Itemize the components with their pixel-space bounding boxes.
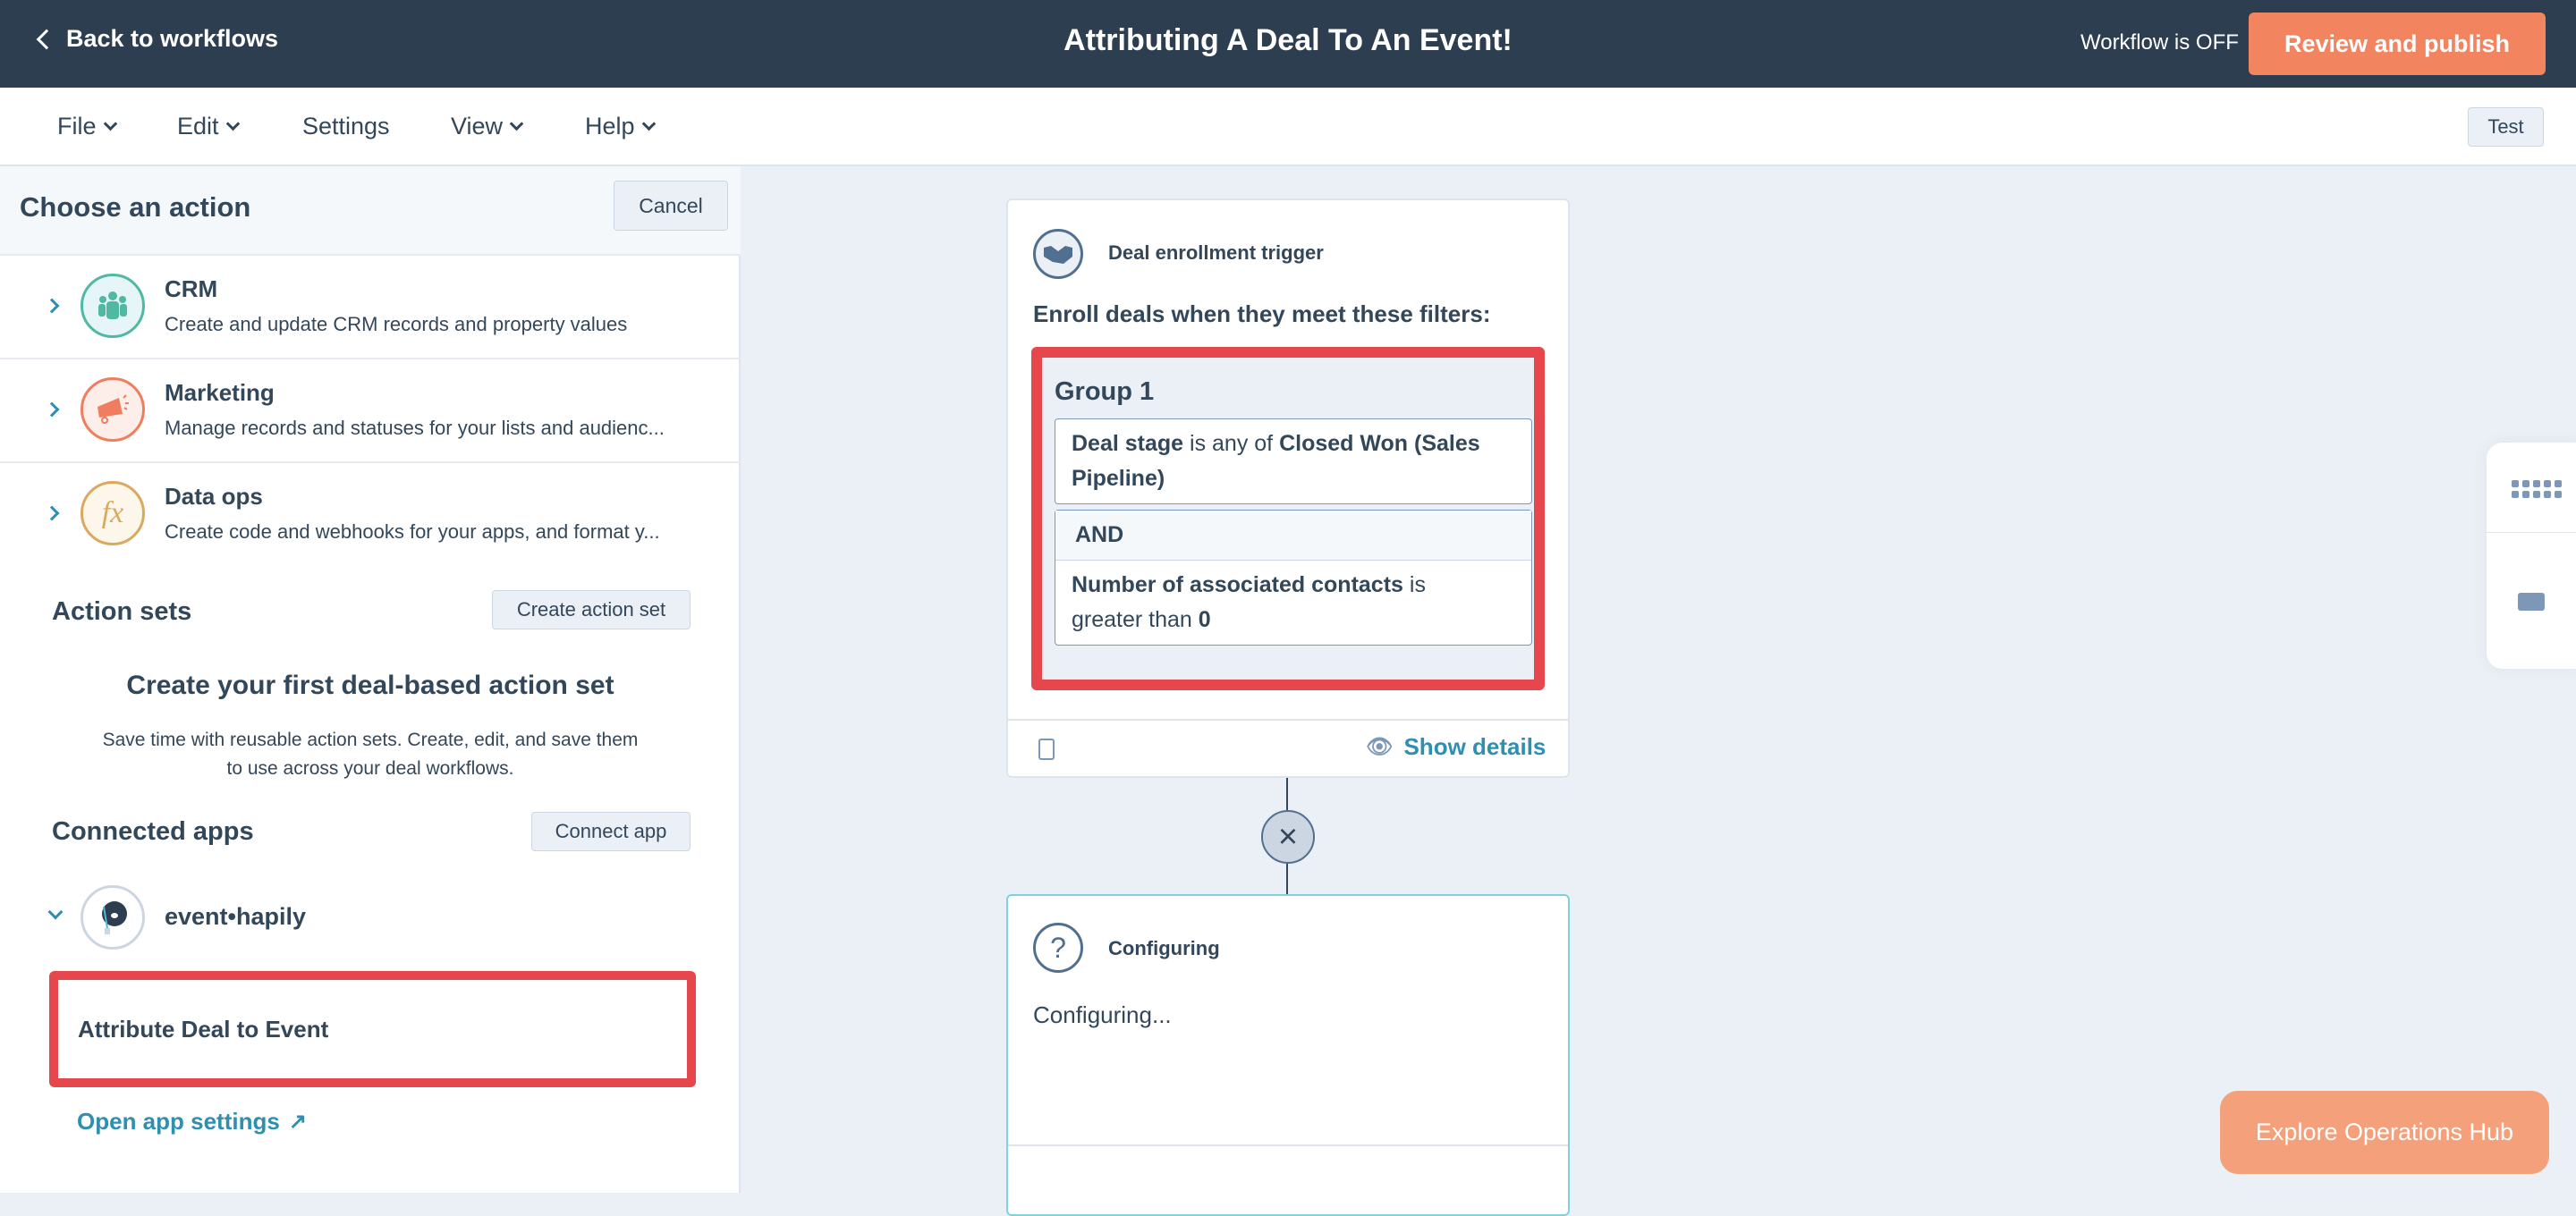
- action-sets-heading: Action sets: [52, 597, 192, 626]
- filter-operator: greater than: [1072, 607, 1192, 632]
- connected-apps-heading: Connected apps: [52, 817, 254, 846]
- group-title: Group 1: [1055, 377, 1155, 406]
- menu-label: Settings: [302, 113, 390, 139]
- category-name: CRM: [165, 275, 218, 302]
- fx-icon: fx: [80, 481, 145, 545]
- category-desc: Manage records and statuses for your lis…: [165, 417, 665, 439]
- filter-operator: is any of: [1190, 431, 1274, 456]
- chevron-right-icon: [44, 298, 60, 314]
- right-rail: [2487, 443, 2576, 669]
- test-button[interactable]: Test: [2468, 107, 2544, 147]
- cancel-button[interactable]: Cancel: [614, 181, 728, 231]
- external-link-icon: ↗: [288, 1110, 307, 1134]
- connect-app-button[interactable]: Connect app: [531, 812, 691, 851]
- choose-action-panel: Choose an action Cancel CRM Create and u…: [0, 166, 741, 1193]
- action-label: Attribute Deal to Event: [78, 1016, 329, 1043]
- empty-state-desc: to use across your deal workflows.: [226, 758, 514, 779]
- config-title: Configuring: [1108, 937, 1220, 959]
- create-action-set-button[interactable]: Create action set: [492, 590, 691, 629]
- link-label: Open app settings: [77, 1108, 280, 1135]
- config-body: Configuring...: [1033, 1001, 1172, 1028]
- clipboard-icon[interactable]: [1038, 739, 1055, 760]
- chevron-down-icon: [103, 116, 117, 131]
- chevron-down-icon: [641, 116, 656, 131]
- trigger-subtitle: Enroll deals when they meet these filter…: [1033, 300, 1491, 327]
- people-icon: [80, 274, 145, 338]
- menu-label: File: [57, 113, 97, 139]
- app-name: event•hapily: [165, 903, 307, 930]
- close-icon: ×: [1277, 817, 1299, 856]
- divider: [2487, 532, 2576, 533]
- category-name: Data ops: [165, 483, 263, 510]
- chevron-down-icon: [225, 116, 240, 131]
- chevron-down-icon: [47, 904, 64, 920]
- menu-help[interactable]: Help: [585, 113, 656, 140]
- chevron-right-icon: [44, 505, 60, 521]
- menu-edit[interactable]: Edit: [177, 113, 240, 140]
- filter-operator: is: [1409, 572, 1426, 597]
- top-bar: Back to workflows Attributing A Deal To …: [0, 0, 2576, 88]
- connected-app-event-hapily[interactable]: event•hapily: [45, 882, 402, 953]
- category-desc: Create and update CRM records and proper…: [165, 313, 628, 335]
- filter-property: Number of associated contacts: [1072, 572, 1403, 597]
- menu-settings[interactable]: Settings: [302, 113, 390, 140]
- category-data-ops[interactable]: fx Data ops Create code and webhooks for…: [0, 461, 741, 565]
- empty-state-title: Create your first deal-based action set: [126, 671, 614, 700]
- category-crm[interactable]: CRM Create and update CRM records and pr…: [0, 254, 741, 358]
- chat-icon[interactable]: [2518, 593, 2545, 611]
- explore-operations-hub-button[interactable]: Explore Operations Hub: [2220, 1091, 2549, 1174]
- divider: [1008, 719, 1568, 721]
- menu-label: View: [451, 113, 504, 139]
- event-hapily-logo-icon: [80, 885, 145, 950]
- deal-enrollment-trigger-card[interactable]: Deal enrollment trigger Enroll deals whe…: [1006, 198, 1570, 778]
- delete-action-button[interactable]: ×: [1261, 810, 1315, 864]
- category-marketing[interactable]: Marketing Manage records and statuses fo…: [0, 358, 741, 461]
- show-details-button[interactable]: 👁 Show details: [1366, 733, 1546, 761]
- filter-deal-stage: Deal stage is any of Closed Won (Sales P…: [1055, 418, 1532, 504]
- filter-property: Deal stage: [1072, 431, 1184, 456]
- question-icon: ?: [1033, 923, 1083, 973]
- category-name: Marketing: [165, 379, 275, 406]
- filter-group: Group 1 Deal stage is any of Closed Won …: [1031, 347, 1545, 690]
- category-desc: Create code and webhooks for your apps, …: [165, 520, 660, 543]
- empty-state-desc: Save time with reusable action sets. Cre…: [102, 730, 639, 750]
- review-and-publish-button[interactable]: Review and publish: [2249, 13, 2546, 75]
- trigger-title: Deal enrollment trigger: [1108, 241, 1324, 264]
- menu-bar: File Edit Settings View Help: [0, 88, 2576, 166]
- handshake-icon: [1033, 229, 1083, 279]
- menu-label: Edit: [177, 113, 219, 139]
- menu-view[interactable]: View: [451, 113, 524, 140]
- eye-icon: 👁: [1366, 735, 1394, 759]
- menu-file[interactable]: File: [57, 113, 117, 140]
- filter-associated-contacts: AND Number of associated contacts is grea…: [1055, 510, 1532, 646]
- show-details-label: Show details: [1403, 733, 1546, 760]
- panel-title: Choose an action: [20, 191, 251, 223]
- chevron-down-icon: [509, 116, 524, 131]
- and-label: AND: [1055, 511, 1531, 561]
- megaphone-icon: [80, 377, 145, 442]
- workflow-status: Workflow is OFF: [2080, 30, 2239, 55]
- configuring-action-card[interactable]: ? Configuring Configuring...: [1006, 894, 1570, 1216]
- chevron-right-icon: [44, 401, 60, 418]
- open-app-settings-link[interactable]: Open app settings ↗: [77, 1108, 307, 1136]
- grid-icon[interactable]: [2512, 480, 2562, 498]
- divider: [1008, 1144, 1568, 1146]
- attribute-deal-to-event-action[interactable]: Attribute Deal to Event: [49, 971, 696, 1087]
- panel-header: Choose an action Cancel: [0, 166, 741, 256]
- menu-label: Help: [585, 113, 635, 139]
- filter-value: 0: [1198, 607, 1211, 632]
